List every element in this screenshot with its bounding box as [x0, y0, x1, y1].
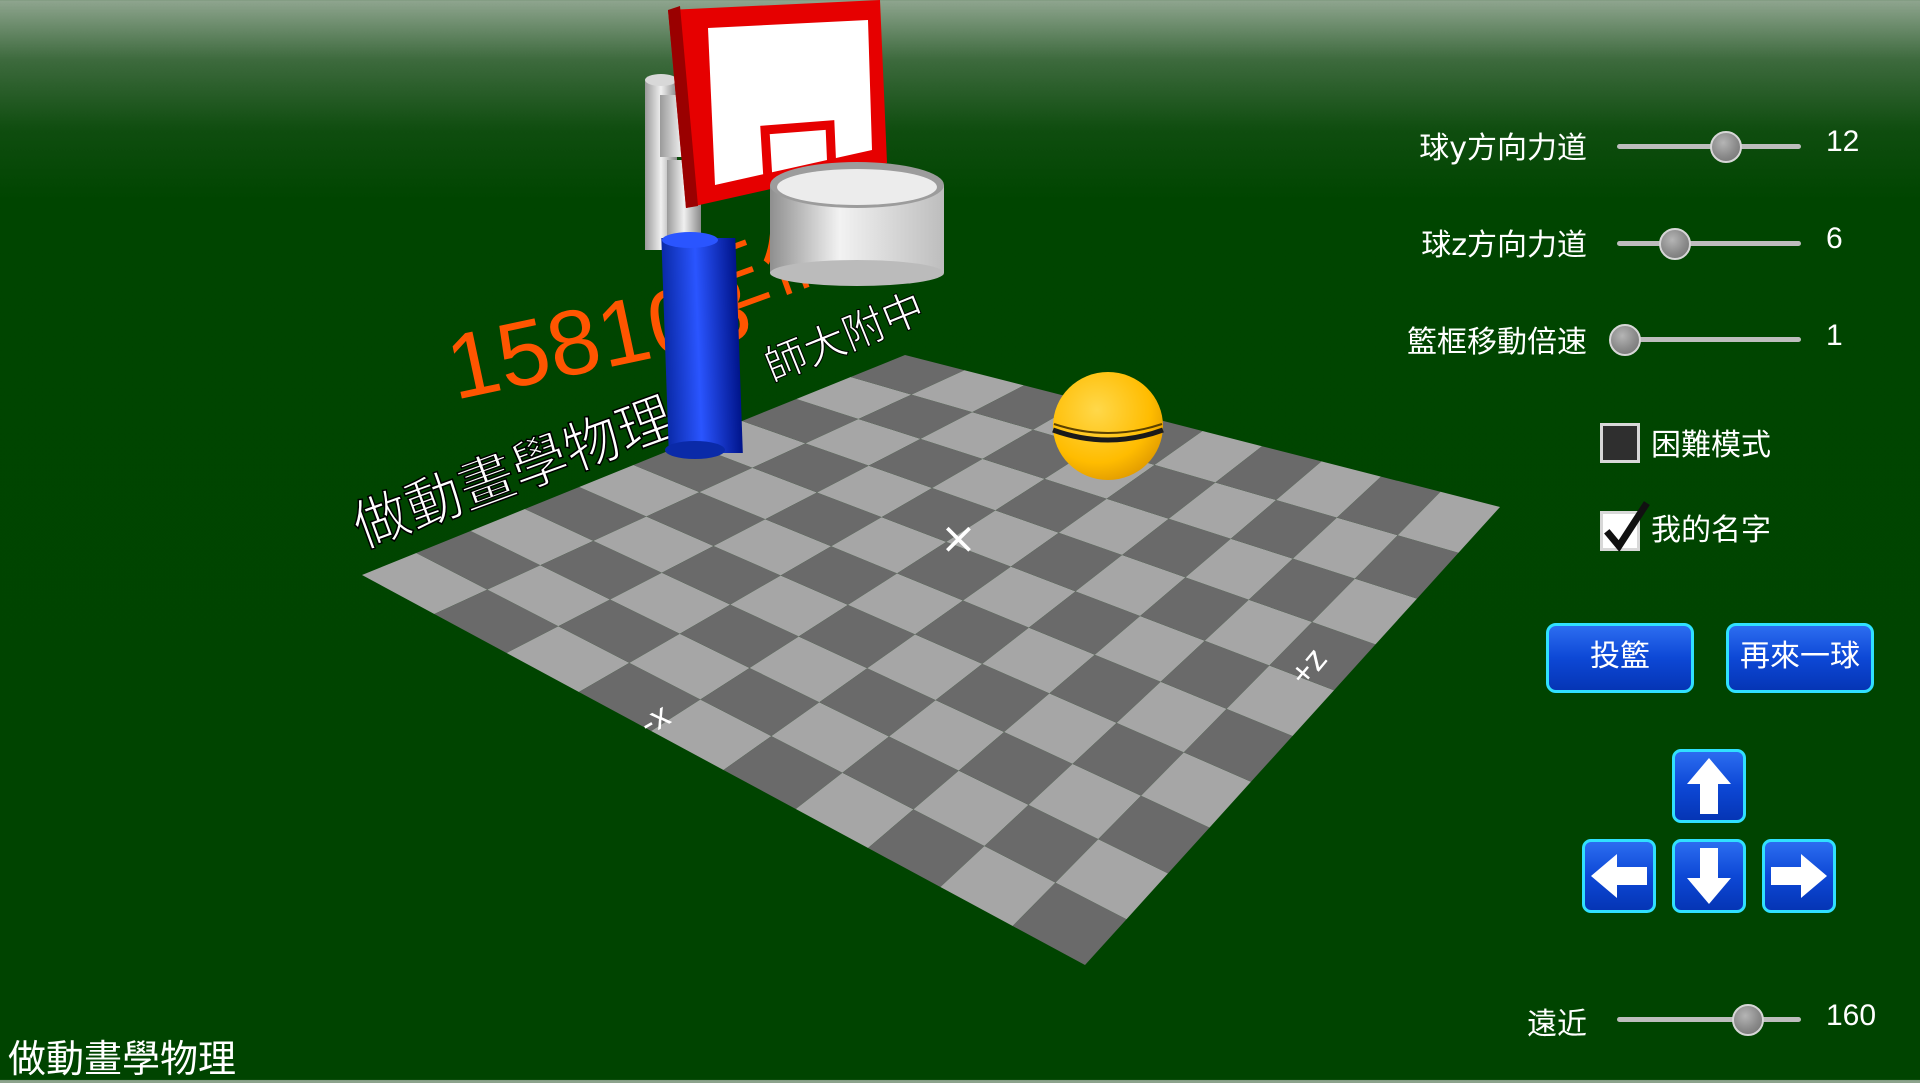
slider-track [1617, 241, 1801, 246]
hard-mode-label: 困難模式 [1651, 428, 1771, 463]
ball-z-force-slider[interactable] [1617, 224, 1801, 264]
slider-thumb[interactable] [1709, 131, 1742, 163]
ball-y-force-slider[interactable] [1617, 127, 1801, 167]
shoot-button[interactable]: 投籃 [1546, 623, 1694, 693]
distance-label: 遠近 [1527, 1007, 1587, 1042]
up-arrow-icon [1687, 758, 1731, 814]
center-mark: × [940, 513, 977, 564]
my-name-label: 我的名字 [1651, 513, 1771, 548]
again-button[interactable]: 再來一球 [1726, 623, 1874, 693]
distance-slider[interactable] [1617, 1000, 1801, 1040]
my-name-checkbox[interactable] [1600, 501, 1650, 552]
slider-thumb[interactable] [1732, 1004, 1765, 1036]
slider-thumb[interactable] [1659, 228, 1692, 260]
hoop-rim [770, 162, 944, 286]
checkmark-icon [1604, 501, 1650, 552]
slider-track [1617, 337, 1801, 342]
down-arrow-icon [1687, 848, 1731, 904]
up-arrow-button[interactable] [1672, 749, 1746, 823]
footer-title: 做動畫學物理 [8, 1037, 237, 1081]
slider-thumb[interactable] [1609, 324, 1641, 356]
ball-z-force-value: 6 [1826, 222, 1843, 255]
right-arrow-button[interactable] [1762, 839, 1836, 913]
hoop-speed-slider[interactable] [1609, 320, 1801, 360]
hard-mode-checkbox[interactable] [1600, 423, 1640, 463]
distance-value: 160 [1826, 999, 1877, 1032]
pole-lower [661, 232, 743, 459]
slider-track [1617, 1017, 1801, 1022]
hoop-speed-label: 籃框移動倍速 [1407, 325, 1587, 360]
left-arrow-icon [1591, 854, 1647, 898]
left-arrow-button[interactable] [1582, 839, 1656, 913]
down-arrow-button[interactable] [1672, 839, 1746, 913]
ball-y-force-label: 球y方向力道 [1419, 131, 1587, 166]
ball-y-force-value: 12 [1826, 125, 1860, 158]
ball-z-force-label: 球z方向力道 [1421, 228, 1587, 263]
right-arrow-icon [1771, 854, 1827, 898]
hoop-speed-value: 1 [1826, 319, 1843, 352]
basketball[interactable] [1052, 372, 1164, 480]
